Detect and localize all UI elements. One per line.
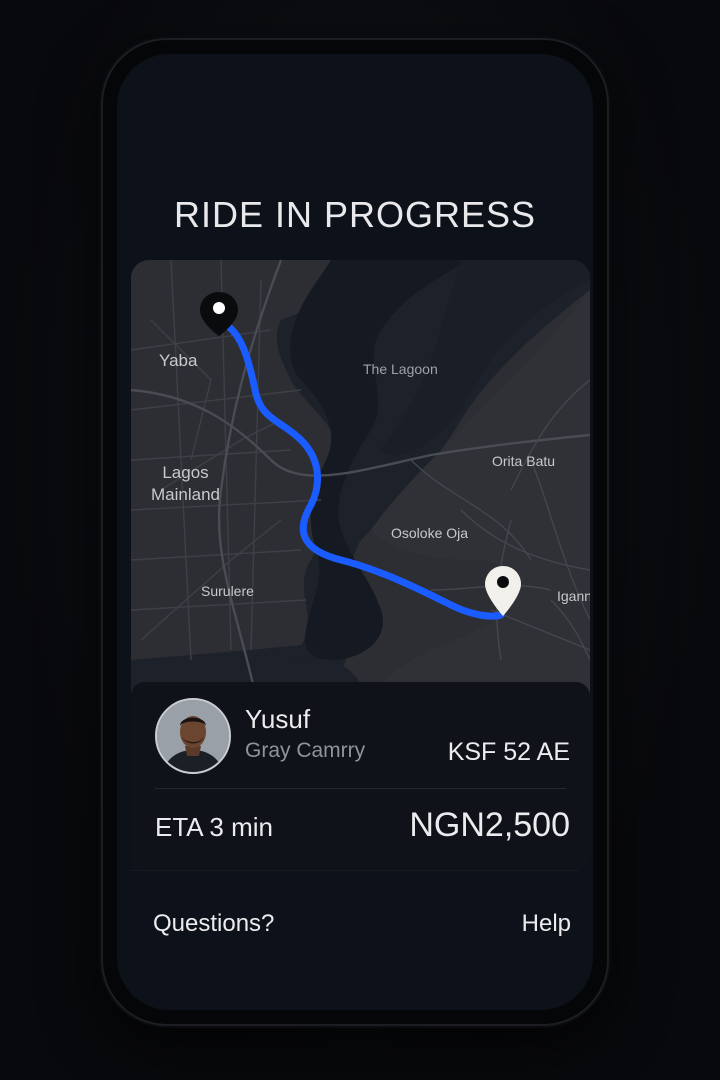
map-label-lagos: Lagos — [162, 463, 209, 482]
fare-amount: NGN2,500 — [409, 806, 570, 844]
card-divider — [155, 788, 566, 789]
map-label-surulere: Surulere — [201, 583, 254, 599]
app-screen: RIDE IN PROGRESS Yaba The Lagoon Orita B… — [117, 54, 593, 1010]
footer-divider — [131, 870, 579, 871]
map-label-osoloke-oja: Osoloke Oja — [391, 525, 469, 541]
eta-text: ETA 3 min — [155, 812, 274, 842]
help-button[interactable]: Help — [522, 910, 571, 938]
map-label-igann: Igann — [557, 588, 590, 604]
driver-avatar[interactable] — [155, 698, 231, 774]
stage: RIDE IN PROGRESS Yaba The Lagoon Orita B… — [0, 0, 720, 1080]
map-label-mainland: Mainland — [151, 485, 220, 504]
map-label-orita-batu: Orita Batu — [492, 453, 556, 469]
phone-frame: RIDE IN PROGRESS Yaba The Lagoon Orita B… — [103, 40, 607, 1024]
car-model: Gray Camrry — [245, 739, 366, 762]
questions-link[interactable]: Questions? — [153, 910, 274, 938]
route-map[interactable]: Yaba The Lagoon Orita Batu Lagos Mainlan… — [131, 260, 590, 720]
map-label-lagos-mainland: Lagos Mainland — [151, 462, 220, 506]
driver-name: Yusuf — [245, 704, 311, 734]
page-title: RIDE IN PROGRESS — [173, 194, 537, 235]
avatar-portrait — [157, 700, 229, 772]
license-plate: KSF 52 AE — [447, 738, 570, 766]
driver-card: Yusuf Gray Camrry KSF 52 AE ETA 3 min NG… — [131, 682, 590, 872]
map-label-lagoon: The Lagoon — [363, 361, 438, 377]
map-label-yaba: Yaba — [159, 351, 198, 370]
